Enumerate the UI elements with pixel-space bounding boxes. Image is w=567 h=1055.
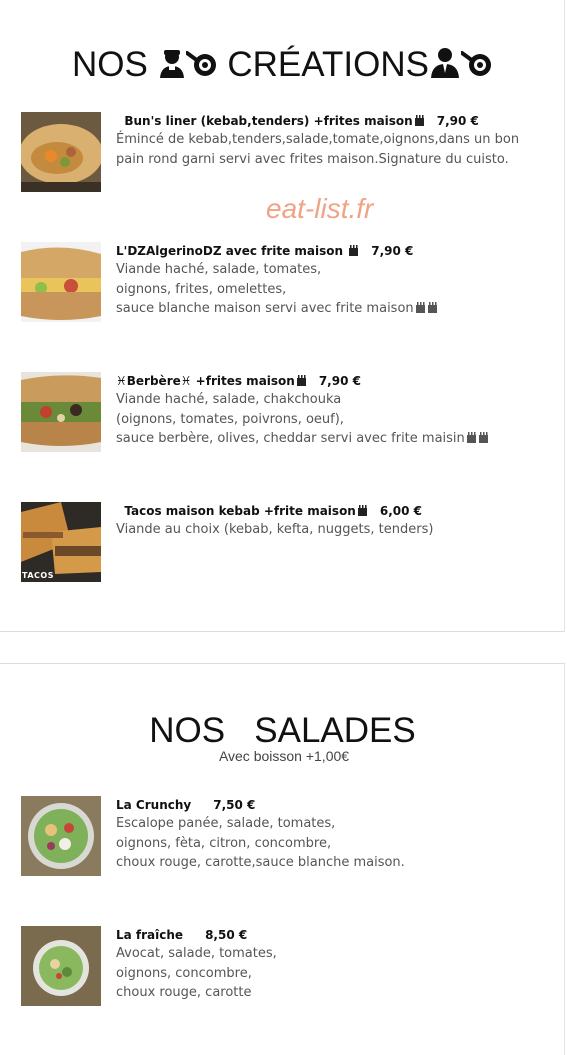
section-subtitle: Avec boisson +1,00€ bbox=[218, 748, 350, 764]
fries-icon bbox=[349, 245, 359, 256]
frying-pan-icon bbox=[184, 47, 218, 87]
item-name-row: La Crunchy 7,50 € bbox=[116, 796, 546, 814]
food-photo-sandwich bbox=[21, 242, 101, 322]
section-title-creations: NOS CRÉATIONS bbox=[0, 45, 565, 87]
item-description: Émincé de kebab,tenders,salade,tomate,oi… bbox=[116, 130, 546, 169]
item-description: Avocat, salade, tomates, oignons, concom… bbox=[116, 944, 546, 1003]
desc-line: Avocat, salade, tomates, bbox=[116, 946, 277, 961]
desc-line: Émincé de kebab,tenders,salade,tomate,oi… bbox=[116, 132, 520, 147]
creations-section: NOS CRÉATIONS Bun's liner (kebab,tenders… bbox=[0, 0, 565, 632]
section-gap bbox=[0, 633, 567, 663]
item-name-row: Bun's liner (kebab,tenders) +frites mais… bbox=[116, 112, 546, 130]
fries-icon bbox=[414, 115, 424, 126]
title-word-nos: NOS bbox=[72, 45, 148, 84]
item-name: La Crunchy bbox=[116, 798, 192, 812]
food-photo-salad-bowl bbox=[21, 926, 101, 1006]
food-photo-wrap bbox=[21, 372, 101, 452]
title-word-nos: NOS bbox=[149, 711, 226, 750]
item-description: Viande au choix (kebab, kefta, nuggets, … bbox=[116, 520, 546, 540]
fries-icon bbox=[296, 375, 306, 386]
salades-section: NOS SALADES Avec boisson +1,00€ La Crunc… bbox=[0, 663, 565, 1055]
item-name: La fraîche bbox=[116, 928, 184, 942]
desc-line: pain rond garni servi avec frites maison… bbox=[116, 151, 509, 167]
title-word-creations: CRÉATIONS bbox=[227, 45, 429, 84]
section-title-salades: NOS SALADES bbox=[0, 711, 565, 751]
fries-icon bbox=[357, 505, 367, 516]
desc-line: Viande au choix (kebab, kefta, nuggets, … bbox=[116, 522, 434, 537]
item-price: 6,00 € bbox=[379, 504, 422, 518]
item-name-row: ♓Berbère♓ +frites maison 7,90 € bbox=[116, 372, 546, 390]
item-name: L'DZAlgerinoDZ avec frite maison bbox=[116, 244, 344, 258]
item-name: Tacos maison kebab +frite maison bbox=[124, 504, 356, 518]
item-name-row: Tacos maison kebab +frite maison 6,00 € bbox=[116, 502, 546, 520]
watermark: eat-list.fr bbox=[266, 193, 374, 224]
food-photo-tacos: TACOS bbox=[21, 502, 101, 582]
item-price: 7,50 € bbox=[213, 798, 256, 812]
fries-icon bbox=[415, 302, 425, 313]
item-name-row: L'DZAlgerinoDZ avec frite maison 7,90 € bbox=[116, 242, 546, 260]
food-photo-burger bbox=[21, 112, 101, 192]
item-name-row: La fraîche 8,50 € bbox=[116, 926, 546, 944]
item-name: ♓Berbère♓ +frites maison bbox=[116, 374, 295, 388]
desc-line: oignons, concombre, bbox=[116, 965, 252, 981]
fries-icon bbox=[466, 432, 476, 443]
item-price: 7,90 € bbox=[436, 114, 479, 128]
item-description: Escalope panée, salade, tomates, oignons… bbox=[116, 814, 546, 873]
title-word-salades: SALADES bbox=[254, 711, 416, 750]
item-price: 7,90 € bbox=[371, 244, 414, 258]
desc-line: oignons, frites, omelettes, bbox=[116, 281, 287, 297]
food-photo-salad-bowl bbox=[21, 796, 101, 876]
image-caption: TACOS bbox=[22, 571, 54, 580]
fries-icon bbox=[478, 432, 488, 443]
desc-line: sauce berbère, olives, cheddar servi ave… bbox=[116, 431, 465, 446]
item-price: 8,50 € bbox=[205, 928, 248, 942]
item-description: Viande haché, salade, chakchouka (oignon… bbox=[116, 390, 546, 449]
desc-line: Escalope panée, salade, tomates, bbox=[116, 816, 336, 831]
desc-line: oignons, fèta, citron, concombre, bbox=[116, 835, 332, 851]
desc-line: (oignons, tomates, poivrons, oeuf), bbox=[116, 411, 344, 427]
item-description: Viande haché, salade, tomates, oignons, … bbox=[116, 260, 546, 319]
frying-pan-icon bbox=[459, 47, 493, 87]
desc-line: choux rouge, carotte,sauce blanche maiso… bbox=[116, 855, 405, 870]
desc-line: Viande haché, salade, tomates, bbox=[116, 262, 322, 277]
fries-icon bbox=[427, 302, 437, 313]
desc-line: sauce blanche maison servi avec frite ma… bbox=[116, 301, 414, 316]
chef-icon bbox=[158, 47, 186, 87]
desc-line: choux rouge, carotte bbox=[116, 985, 252, 1000]
person-icon bbox=[429, 46, 461, 87]
item-name: Bun's liner (kebab,tenders) +frites mais… bbox=[124, 114, 413, 128]
item-price: 7,90 € bbox=[318, 374, 361, 388]
desc-line: Viande haché, salade, chakchouka bbox=[116, 392, 342, 407]
